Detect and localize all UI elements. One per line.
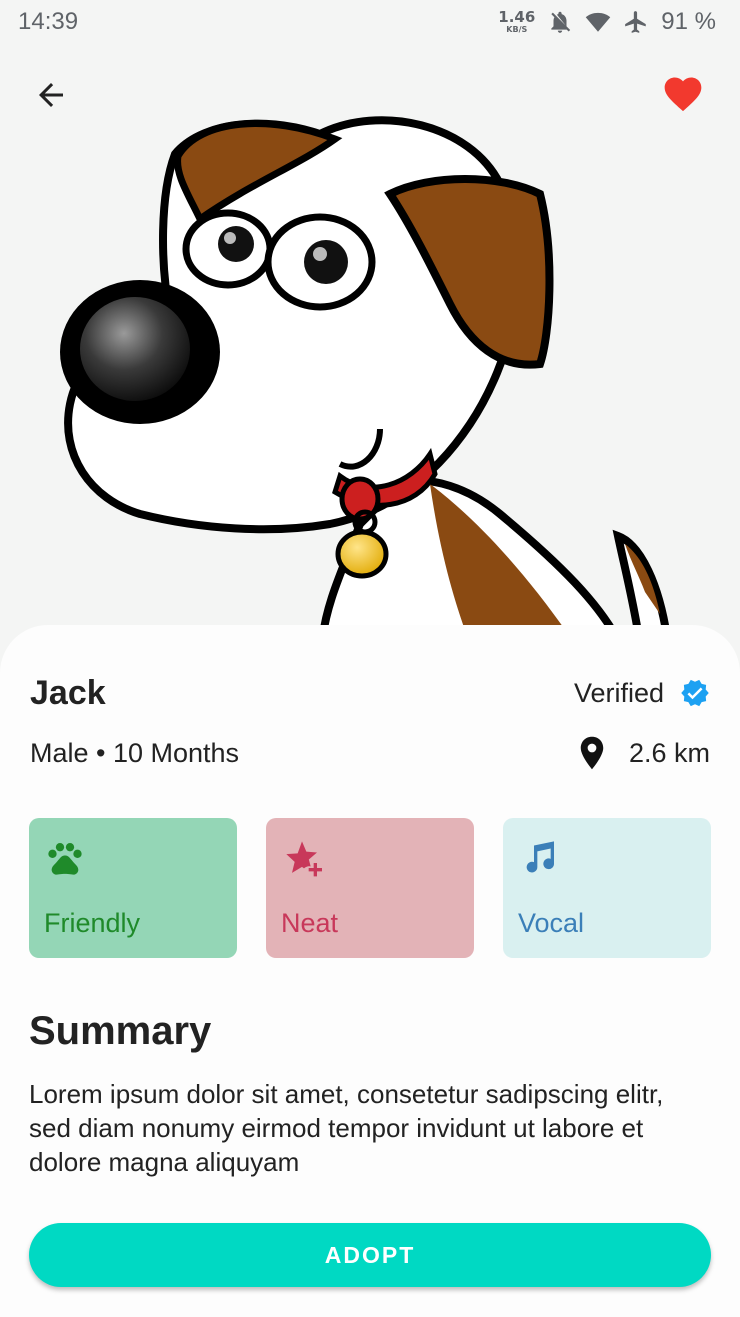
battery-level: 91 % bbox=[661, 8, 716, 35]
pet-sex-age: Male • 10 Months bbox=[30, 737, 240, 768]
star-plus-icon bbox=[282, 838, 322, 878]
arrow-left-icon bbox=[33, 77, 69, 113]
pet-name: Jack bbox=[30, 673, 106, 712]
trait-list: Friendly Neat Vocal bbox=[29, 818, 711, 958]
back-button[interactable] bbox=[26, 70, 76, 120]
trait-label: Neat bbox=[281, 908, 339, 938]
paw-icon bbox=[45, 838, 85, 878]
network-speed-value: 1.46 bbox=[498, 8, 536, 26]
pet-name-row: Jack Verified bbox=[30, 673, 710, 713]
adopt-button[interactable]: ADOPT bbox=[29, 1223, 711, 1287]
verified-label: Verified bbox=[573, 677, 664, 708]
favorite-button[interactable] bbox=[657, 68, 709, 120]
bell-off-icon bbox=[547, 9, 573, 35]
status-icons: 1.46 KB/S 91 % bbox=[498, 8, 716, 36]
airplane-icon bbox=[623, 9, 649, 35]
network-speed-unit: KB/S bbox=[506, 25, 528, 34]
pet-info-row: Male • 10 Months 2.6 km bbox=[30, 733, 710, 773]
status-bar: 14:39 1.46 KB/S 91 % bbox=[0, 0, 740, 44]
trait-card-neat[interactable]: Neat bbox=[266, 818, 474, 958]
music-note-icon bbox=[519, 838, 559, 878]
summary-title: Summary bbox=[29, 1009, 212, 1053]
distance-value: 2.6 km bbox=[628, 737, 710, 768]
heart-icon bbox=[661, 72, 705, 116]
pet-photo bbox=[0, 44, 740, 644]
distance-info: 2.6 km bbox=[577, 735, 710, 771]
trait-card-friendly[interactable]: Friendly bbox=[29, 818, 237, 958]
dog-illustration bbox=[60, 116, 673, 644]
verified-badge: Verified bbox=[574, 678, 710, 709]
status-time: 14:39 bbox=[18, 8, 79, 35]
trait-label: Friendly bbox=[44, 908, 141, 938]
network-speed: 1.46 KB/S bbox=[498, 10, 535, 34]
trait-label: Vocal bbox=[518, 908, 585, 938]
verified-check-icon bbox=[680, 678, 710, 708]
location-pin-icon bbox=[577, 735, 607, 771]
pet-details-sheet: Jack Verified Male • 10 Months 2.6 km Fr… bbox=[0, 625, 740, 1317]
wifi-icon bbox=[585, 9, 611, 35]
trait-card-vocal[interactable]: Vocal bbox=[503, 818, 711, 958]
summary-text: Lorem ipsum dolor sit amet, consetetur s… bbox=[29, 1079, 664, 1177]
